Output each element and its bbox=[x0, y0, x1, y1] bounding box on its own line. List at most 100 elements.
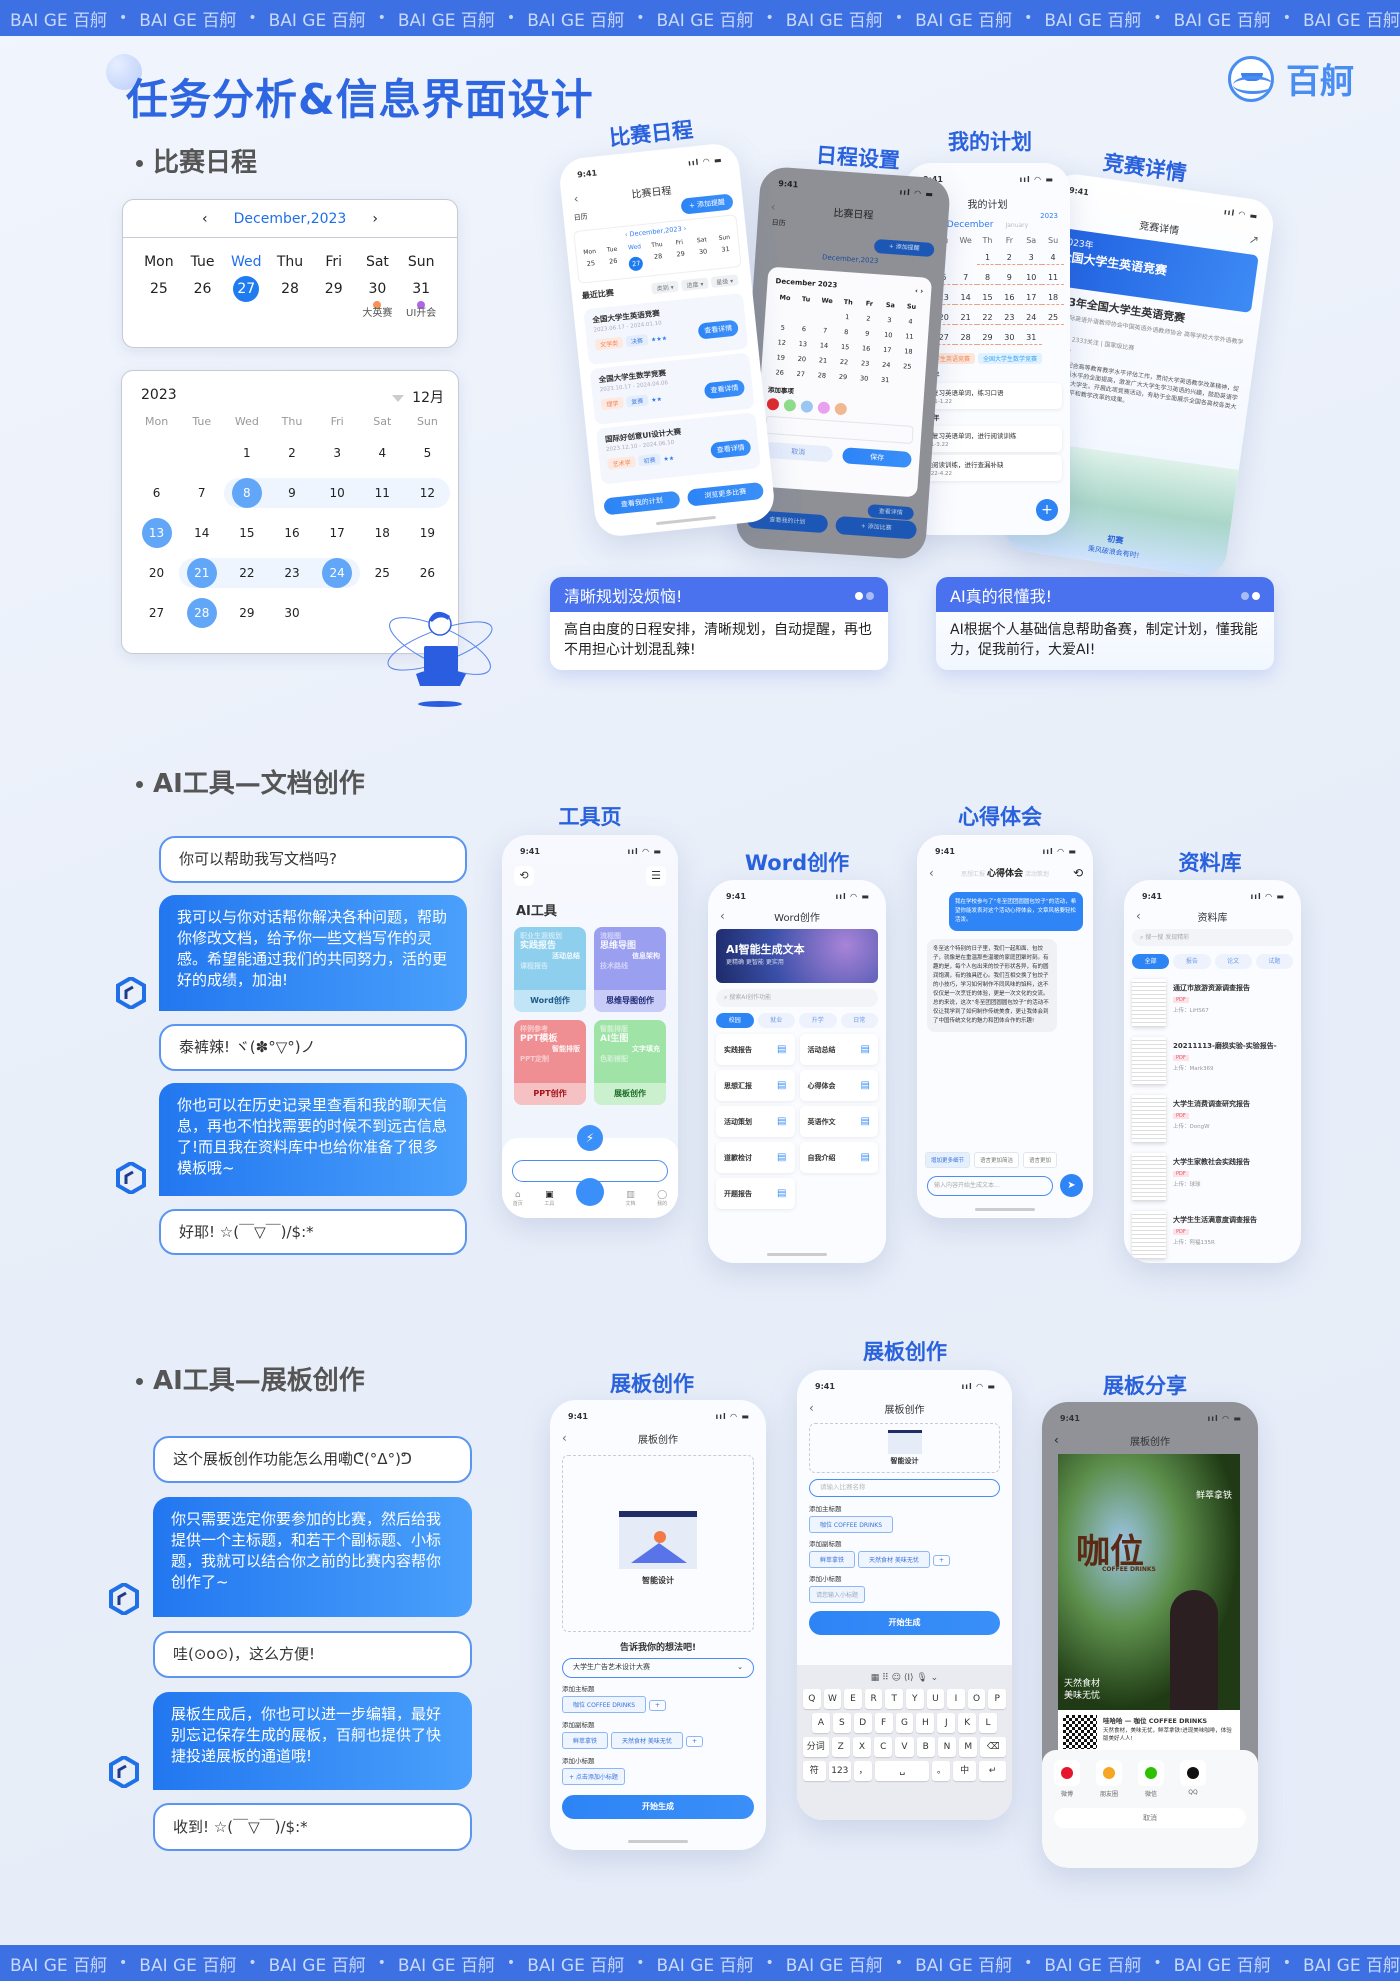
document-item[interactable]: 通辽市旅游资源调查报告 PDF 上传：LiHS67 bbox=[1124, 973, 1301, 1031]
keyboard-key[interactable]: A bbox=[812, 1713, 830, 1733]
search-input[interactable]: ⌕ 搜一搜 发现精彩 bbox=[1132, 929, 1293, 946]
add-small-title-button[interactable]: + 点击添加小标题 bbox=[562, 1768, 625, 1785]
day-cell[interactable]: 7 bbox=[814, 326, 836, 335]
tool-tile[interactable]: 智能排版 AI生图 文字填充 色彩搭配 展板创作 bbox=[594, 1020, 666, 1105]
keyboard-key[interactable]: 。 bbox=[932, 1761, 951, 1781]
day-cell[interactable]: 23 bbox=[998, 313, 1021, 325]
browse-more-button[interactable]: 浏览更多比赛 bbox=[686, 481, 765, 507]
keyboard-key[interactable]: ↵ bbox=[978, 1761, 1006, 1781]
day-cell[interactable]: 17 bbox=[876, 345, 898, 355]
day-cell[interactable]: 20 bbox=[791, 354, 813, 364]
keyboard-key[interactable]: ， bbox=[854, 1761, 873, 1781]
bottom-tab[interactable]: ▣ 工具 bbox=[544, 1190, 554, 1207]
day-cell[interactable]: 26 bbox=[405, 558, 450, 588]
view-my-plan-button[interactable]: 查看我的计划 bbox=[603, 490, 681, 516]
quick-action-chip[interactable]: 语言更加 bbox=[1023, 1152, 1058, 1168]
day-cell[interactable]: 12 bbox=[771, 338, 793, 347]
day-cell[interactable]: 29 bbox=[224, 598, 269, 628]
keyboard-key[interactable]: E bbox=[844, 1689, 862, 1709]
keyboard-key[interactable]: 分词 bbox=[803, 1737, 829, 1757]
day-cell[interactable]: 8 bbox=[976, 273, 999, 285]
keyboard-key[interactable]: L bbox=[979, 1713, 997, 1733]
day-cell[interactable]: 6 bbox=[793, 324, 815, 333]
day-cell[interactable]: 29 bbox=[832, 372, 854, 382]
message-input[interactable]: 输入内容开始生成文本... bbox=[927, 1176, 1053, 1196]
date-cell[interactable]: 27 bbox=[628, 256, 644, 272]
tool-tile[interactable]: 职业生涯规划 实践报告 活动总结 课程报告 Word创作 bbox=[514, 927, 586, 1012]
color-swatch[interactable] bbox=[834, 402, 848, 416]
day-cell[interactable]: 10 bbox=[314, 478, 360, 508]
filter-dropdown[interactable]: 进度 ▾ bbox=[680, 277, 709, 292]
document-item[interactable]: 大学生家教社会实践报告 PDF 上传：球球 bbox=[1124, 1147, 1301, 1205]
day-cell[interactable]: 23 bbox=[269, 558, 315, 588]
category-tab[interactable]: 论文 bbox=[1214, 954, 1252, 969]
keyboard-key[interactable]: Y bbox=[906, 1689, 924, 1709]
keyboard-key[interactable]: Z bbox=[831, 1737, 850, 1757]
document-item[interactable]: 大学生消费调查研究报告 PDF 上传：DongW bbox=[1124, 1089, 1301, 1147]
day-cell[interactable]: 14 bbox=[954, 293, 977, 305]
day-cell[interactable]: 21 bbox=[179, 558, 225, 588]
keyboard-key[interactable]: 123 bbox=[828, 1761, 852, 1781]
day-cell[interactable]: 29 bbox=[976, 333, 999, 345]
day-cell[interactable]: 16 bbox=[998, 293, 1021, 305]
keyboard-key[interactable]: H bbox=[916, 1713, 935, 1733]
share-target[interactable]: 微信 bbox=[1138, 1760, 1164, 1798]
day-cell[interactable]: 11 bbox=[1042, 273, 1064, 285]
day-cell[interactable] bbox=[955, 253, 977, 265]
day-cell[interactable] bbox=[1042, 333, 1064, 345]
word-template-item[interactable]: 英语作文 ▤ bbox=[799, 1106, 878, 1137]
day-cell[interactable]: 28 bbox=[179, 598, 224, 628]
view-detail-button[interactable]: 查看详情 bbox=[710, 438, 752, 459]
day-cell[interactable]: 18 bbox=[360, 518, 405, 548]
plan-item[interactable]: 继续阅读训练，进行查漏补缺 ◷ 3.22-4.22 bbox=[913, 455, 1062, 481]
date-cell[interactable]: 25 bbox=[137, 276, 181, 310]
date-cell[interactable]: 31 bbox=[714, 244, 738, 264]
day-cell[interactable]: 31 bbox=[1020, 333, 1043, 345]
back-icon[interactable]: ‹ bbox=[573, 192, 579, 206]
day-cell[interactable]: 16 bbox=[855, 344, 877, 353]
day-cell[interactable]: 16 bbox=[269, 518, 314, 548]
cancel-button[interactable]: 取消 bbox=[763, 441, 834, 463]
day-cell[interactable]: 22 bbox=[833, 357, 855, 367]
history-icon[interactable]: ⟲ bbox=[1073, 866, 1083, 880]
day-cell[interactable]: 1 bbox=[224, 438, 269, 468]
day-cell[interactable]: 28 bbox=[811, 371, 833, 380]
day-cell[interactable]: 15 bbox=[834, 342, 856, 352]
day-cell[interactable]: 3 bbox=[315, 438, 360, 468]
ai-jar-tab[interactable] bbox=[575, 1178, 604, 1206]
day-cell[interactable]: 24 bbox=[1020, 313, 1043, 325]
category-tab[interactable]: 试题 bbox=[1255, 954, 1293, 969]
send-icon[interactable]: ➤ bbox=[1060, 1174, 1083, 1197]
day-cell[interactable]: 21 bbox=[954, 313, 977, 325]
word-template-item[interactable]: 思想汇报 ▤ bbox=[716, 1070, 795, 1101]
day-cell[interactable]: 1 bbox=[836, 312, 858, 321]
day-cell[interactable]: 2 bbox=[857, 314, 879, 323]
day-cell[interactable]: 25 bbox=[1042, 313, 1064, 325]
day-cell[interactable]: 9 bbox=[856, 329, 878, 338]
day-cell[interactable]: 24 bbox=[875, 360, 897, 370]
history-icon[interactable]: ⟲ bbox=[514, 866, 534, 886]
share-target[interactable]: 朋友圈 bbox=[1096, 1760, 1122, 1798]
day-cell[interactable]: 15 bbox=[224, 518, 269, 548]
menu-icon[interactable]: ☰ bbox=[646, 866, 666, 886]
generate-button[interactable]: 开始生成 bbox=[562, 1795, 754, 1819]
day-cell[interactable]: 23 bbox=[854, 359, 876, 368]
day-cell[interactable]: 18 bbox=[898, 347, 920, 356]
view-detail-button[interactable]: 查看详情 bbox=[697, 319, 739, 340]
category-tab[interactable]: 就业 bbox=[757, 1013, 795, 1028]
day-cell[interactable]: 25 bbox=[360, 558, 405, 588]
add-subtitle-button[interactable]: + bbox=[685, 1736, 703, 1747]
day-cell[interactable]: 14 bbox=[813, 341, 835, 350]
color-swatch[interactable] bbox=[783, 398, 797, 412]
keyboard-key[interactable]: D bbox=[853, 1713, 872, 1733]
date-cell[interactable]: 28 bbox=[647, 251, 671, 271]
keyboard-key[interactable]: K bbox=[958, 1713, 977, 1733]
bottom-tab[interactable]: ◯ 我的 bbox=[657, 1190, 667, 1207]
day-cell[interactable]: 6 bbox=[134, 478, 179, 508]
day-cell[interactable]: 19 bbox=[405, 518, 450, 548]
add-main-title-button[interactable]: + bbox=[649, 1700, 667, 1711]
bottom-tab[interactable]: ▥ 文档 bbox=[626, 1190, 636, 1207]
keyboard-key[interactable]: Q bbox=[803, 1689, 821, 1709]
day-cell[interactable]: 10 bbox=[1020, 273, 1043, 285]
keyboard-key[interactable]: I bbox=[947, 1689, 965, 1709]
